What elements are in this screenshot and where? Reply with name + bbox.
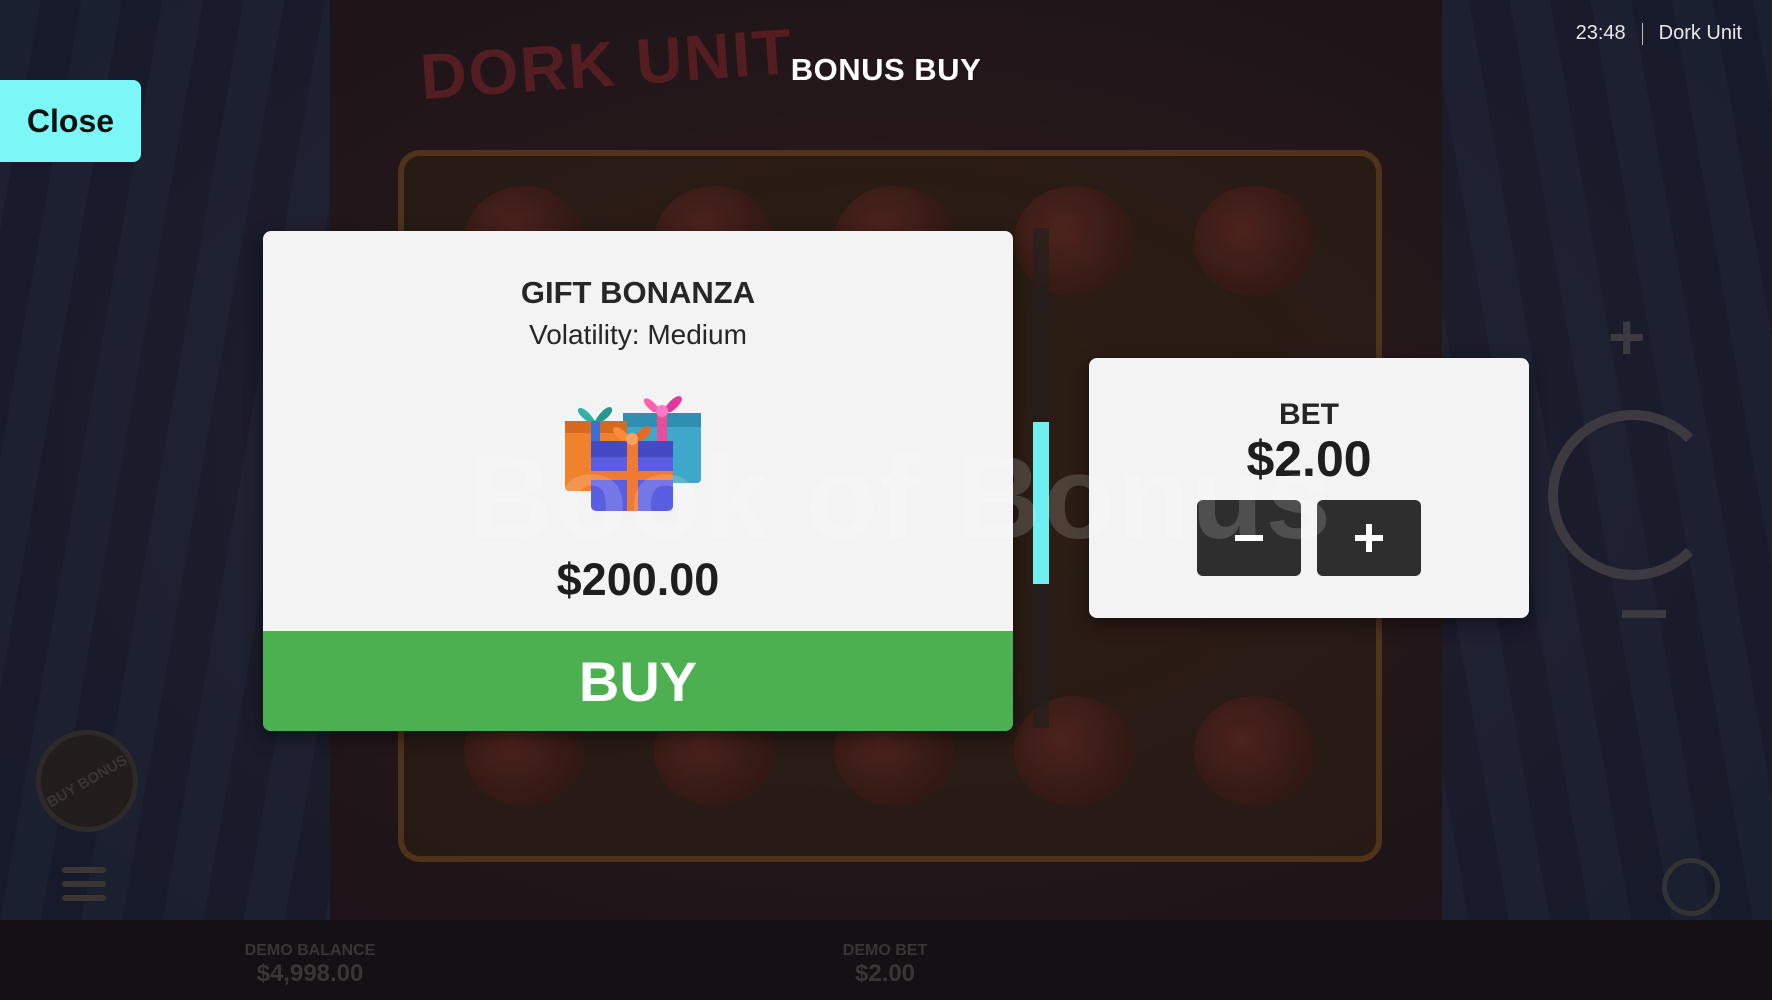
- demo-bet: DEMO BET $2.00: [810, 942, 960, 988]
- demo-balance: DEMO BALANCE $4,998.00: [220, 942, 400, 988]
- bonus-card: GIFT BONANZA Volatility: Medium $200.00 …: [263, 231, 1013, 731]
- reel-symbol: [1014, 696, 1134, 806]
- autoplay-icon: [1662, 858, 1720, 916]
- bet-panel: BET $2.00: [1089, 358, 1529, 618]
- bonus-price: $200.00: [556, 554, 720, 605]
- spin-icon: [1548, 410, 1718, 580]
- bonus-name: GIFT BONANZA: [520, 275, 756, 310]
- status-bar: 23:48 Dork Unit: [1576, 22, 1742, 45]
- demo-bet-label: DEMO BET: [842, 942, 928, 959]
- decrease-bet-button[interactable]: [1197, 500, 1301, 576]
- game-name: Dork Unit: [1658, 22, 1742, 44]
- reel-symbol: [1014, 186, 1134, 296]
- reel-symbol: [1194, 696, 1314, 806]
- clock-time: 23:48: [1575, 22, 1626, 44]
- page-title: BONUS BUY: [790, 52, 982, 87]
- side-minus-icon: [1622, 610, 1666, 618]
- side-plus-icon: +: [1608, 301, 1646, 373]
- bet-value: $2.00: [1246, 431, 1372, 487]
- gift-boxes-icon: [565, 396, 701, 511]
- buy-button[interactable]: BUY: [263, 631, 1013, 731]
- scrollbar-thumb[interactable]: [1033, 422, 1049, 584]
- increase-bet-button[interactable]: [1317, 500, 1421, 576]
- reel-symbol: [1194, 186, 1314, 296]
- demo-bet-value: $2.00: [854, 960, 916, 987]
- plus-icon-vertical: [1366, 524, 1372, 552]
- minus-icon: [1235, 535, 1263, 541]
- bet-label: BET: [1279, 398, 1339, 431]
- demo-balance-label: DEMO BALANCE: [244, 942, 376, 959]
- bonus-volatility: Volatility: Medium: [529, 319, 747, 350]
- demo-balance-value: $4,998.00: [256, 960, 364, 987]
- hamburger-menu-icon: [62, 867, 106, 909]
- close-button[interactable]: Close: [0, 80, 141, 162]
- divider: [1641, 22, 1643, 45]
